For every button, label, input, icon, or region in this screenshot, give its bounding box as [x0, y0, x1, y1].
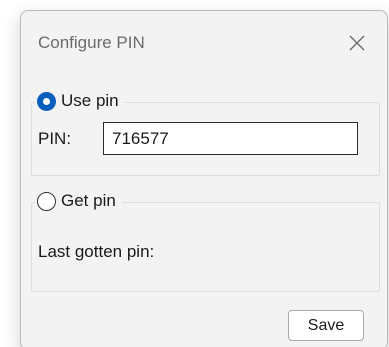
- dialog-title: Configure PIN: [38, 33, 145, 52]
- last-gotten-pin-label: Last gotten pin:: [38, 242, 155, 261]
- save-button[interactable]: Save: [288, 310, 364, 341]
- radio-checked-icon: [37, 91, 56, 111]
- close-button[interactable]: [343, 29, 371, 57]
- use-pin-label: Use pin: [61, 91, 119, 110]
- pin-input[interactable]: [103, 122, 358, 155]
- get-pin-label: Get pin: [61, 191, 116, 210]
- pin-label: PIN:: [38, 129, 72, 148]
- close-icon: [349, 35, 365, 51]
- get-pin-radio[interactable]: Get pin: [35, 191, 122, 211]
- configure-pin-dialog: Configure PIN Use pin PIN: Get pin Last …: [20, 10, 388, 347]
- use-pin-radio[interactable]: Use pin: [35, 91, 125, 111]
- radio-unchecked-icon: [37, 191, 56, 211]
